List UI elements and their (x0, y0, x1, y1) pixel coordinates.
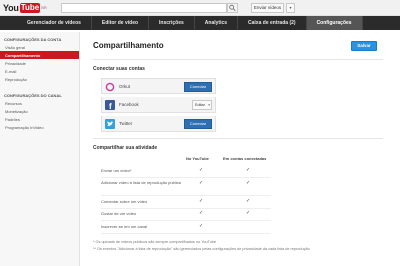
sidebar-item-overview[interactable]: Visão geral (0, 43, 79, 51)
check-icon[interactable]: ✓ (199, 210, 203, 216)
tab-video-manager[interactable]: Gerenciador de vídeos (17, 16, 92, 30)
row-divider (101, 233, 271, 234)
save-button[interactable]: Salvar (351, 41, 377, 51)
account-row-twitter: Twitter Conectar (101, 116, 216, 132)
sidebar: CONFIGURAÇÕES DA CONTA Visão geral Compa… (0, 32, 80, 266)
sidebar-item-sharing[interactable]: Compartilhamento (0, 51, 79, 59)
sidebar-item-privacy[interactable]: Privacidade (0, 59, 79, 67)
tab-inbox[interactable]: Caixa de entrada (2) (238, 16, 307, 30)
logo-you: You (3, 2, 19, 13)
upload-button[interactable]: Enviar vídeos (251, 3, 284, 13)
check-icon[interactable]: ✓ (199, 167, 203, 173)
sidebar-item-defaults[interactable]: Padrões (0, 115, 79, 123)
sidebar-section-channel: CONFIGURAÇÕES DO CANAL Recursos Monetiza… (0, 91, 79, 131)
page-title: Compartilhamento (93, 41, 164, 50)
chevron-down-icon: ▾ (208, 103, 210, 107)
activity-row-label: Adicionar vídeo à lista de reprodução pú… (101, 180, 181, 185)
account-name: Twitter (119, 121, 133, 126)
check-icon[interactable]: ✓ (246, 167, 250, 173)
nav-tabs: Gerenciador de vídeos Editor de vídeo In… (17, 16, 363, 30)
sidebar-section-account: CONFIGURAÇÕES DA CONTA Visão geral Compa… (0, 35, 79, 83)
tab-video-editor[interactable]: Editor de vídeo (92, 16, 150, 30)
facebook-edit-dropdown[interactable]: Editar ▾ (192, 100, 212, 110)
account-row-orkut: Orkut Conectar (101, 78, 216, 94)
sidebar-item-playback[interactable]: Reprodução (0, 75, 79, 83)
check-icon[interactable]: ✓ (246, 198, 250, 204)
logo-region: BR (41, 5, 47, 10)
check-icon[interactable]: ✓ (246, 180, 250, 186)
activity-row-label: Gostar de um vídeo (101, 211, 137, 216)
tab-analytics[interactable]: Analytics (195, 16, 239, 30)
connect-twitter-button[interactable]: Conectar (184, 119, 212, 129)
sidebar-heading: CONFIGURAÇÕES DA CONTA (4, 37, 62, 42)
check-icon[interactable]: ✓ (199, 198, 203, 204)
sidebar-item-email[interactable]: E-mail (0, 67, 79, 75)
sidebar-heading: CONFIGURAÇÕES DO CANAL (4, 93, 62, 98)
twitter-icon (105, 119, 115, 129)
row-divider (101, 177, 271, 178)
activity-row-label: Comentar sobre um vídeo (101, 199, 148, 204)
account-name: Orkut (119, 84, 131, 89)
share-activity-heading: Compartilhar sua atividade (93, 145, 158, 151)
check-icon[interactable]: ✓ (199, 180, 203, 186)
account-row-facebook: f Facebook Editar ▾ (101, 97, 216, 113)
activity-row-label: Enviar um vídeo* (101, 168, 132, 173)
connect-accounts-heading: Conectar suas contas (93, 66, 145, 72)
divider (93, 59, 383, 60)
dropdown-label: Editar (195, 103, 205, 107)
account-name: Facebook (119, 102, 139, 107)
search-button[interactable] (227, 3, 238, 13)
search-icon (229, 4, 236, 12)
row-divider (101, 208, 271, 209)
tab-settings[interactable]: Configurações (306, 16, 363, 30)
svg-text:f: f (109, 102, 112, 110)
sidebar-item-features[interactable]: Recursos (0, 99, 79, 107)
facebook-icon: f (105, 100, 115, 110)
footnote: * Os uploads de vídeos públicos são semp… (93, 240, 217, 244)
footnote: ** Os eventos "Adicionar à lista de repr… (93, 247, 310, 251)
divider (93, 138, 383, 139)
column-header-connected: Em contas conectadas (223, 156, 267, 161)
row-divider (101, 195, 271, 196)
connect-orkut-button[interactable]: Conectar (184, 82, 212, 92)
column-header-youtube: No YouTube (186, 156, 209, 161)
main-content: Compartilhamento Salvar Conectar suas co… (86, 32, 392, 266)
orkut-icon (105, 82, 115, 92)
account-menu-button[interactable]: ▾ (286, 3, 295, 13)
search-input[interactable] (61, 3, 227, 13)
sidebar-item-invideo[interactable]: Programação InVideo (0, 123, 79, 131)
check-icon[interactable]: ✓ (199, 223, 203, 229)
activity-row-label: Inscrever-se em um canal (101, 224, 148, 229)
row-divider (101, 220, 271, 221)
check-icon[interactable]: ✓ (246, 210, 250, 216)
sidebar-item-monetization[interactable]: Monetização (0, 107, 79, 115)
logo-tube: Tube (19, 2, 41, 13)
youtube-logo[interactable]: You Tube BR (3, 2, 47, 13)
tab-subscriptions[interactable]: Inscrições (149, 16, 195, 30)
